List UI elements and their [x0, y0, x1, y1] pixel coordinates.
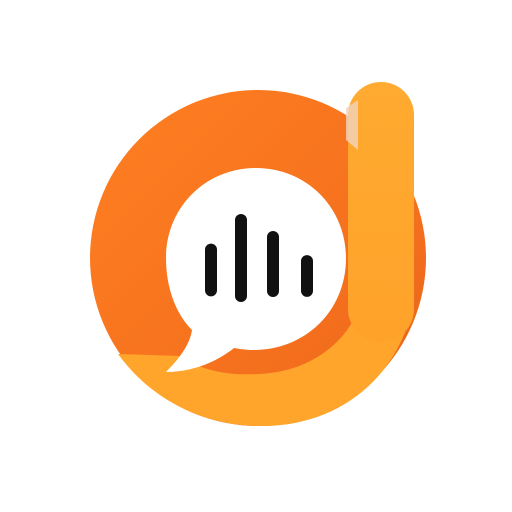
equalizer-bar	[205, 243, 217, 297]
audio-d-logo-icon	[90, 82, 426, 427]
equalizer-bar	[301, 255, 313, 297]
app-icon	[0, 0, 512, 512]
equalizer-bar	[235, 214, 247, 302]
equalizer-bar	[267, 231, 279, 297]
